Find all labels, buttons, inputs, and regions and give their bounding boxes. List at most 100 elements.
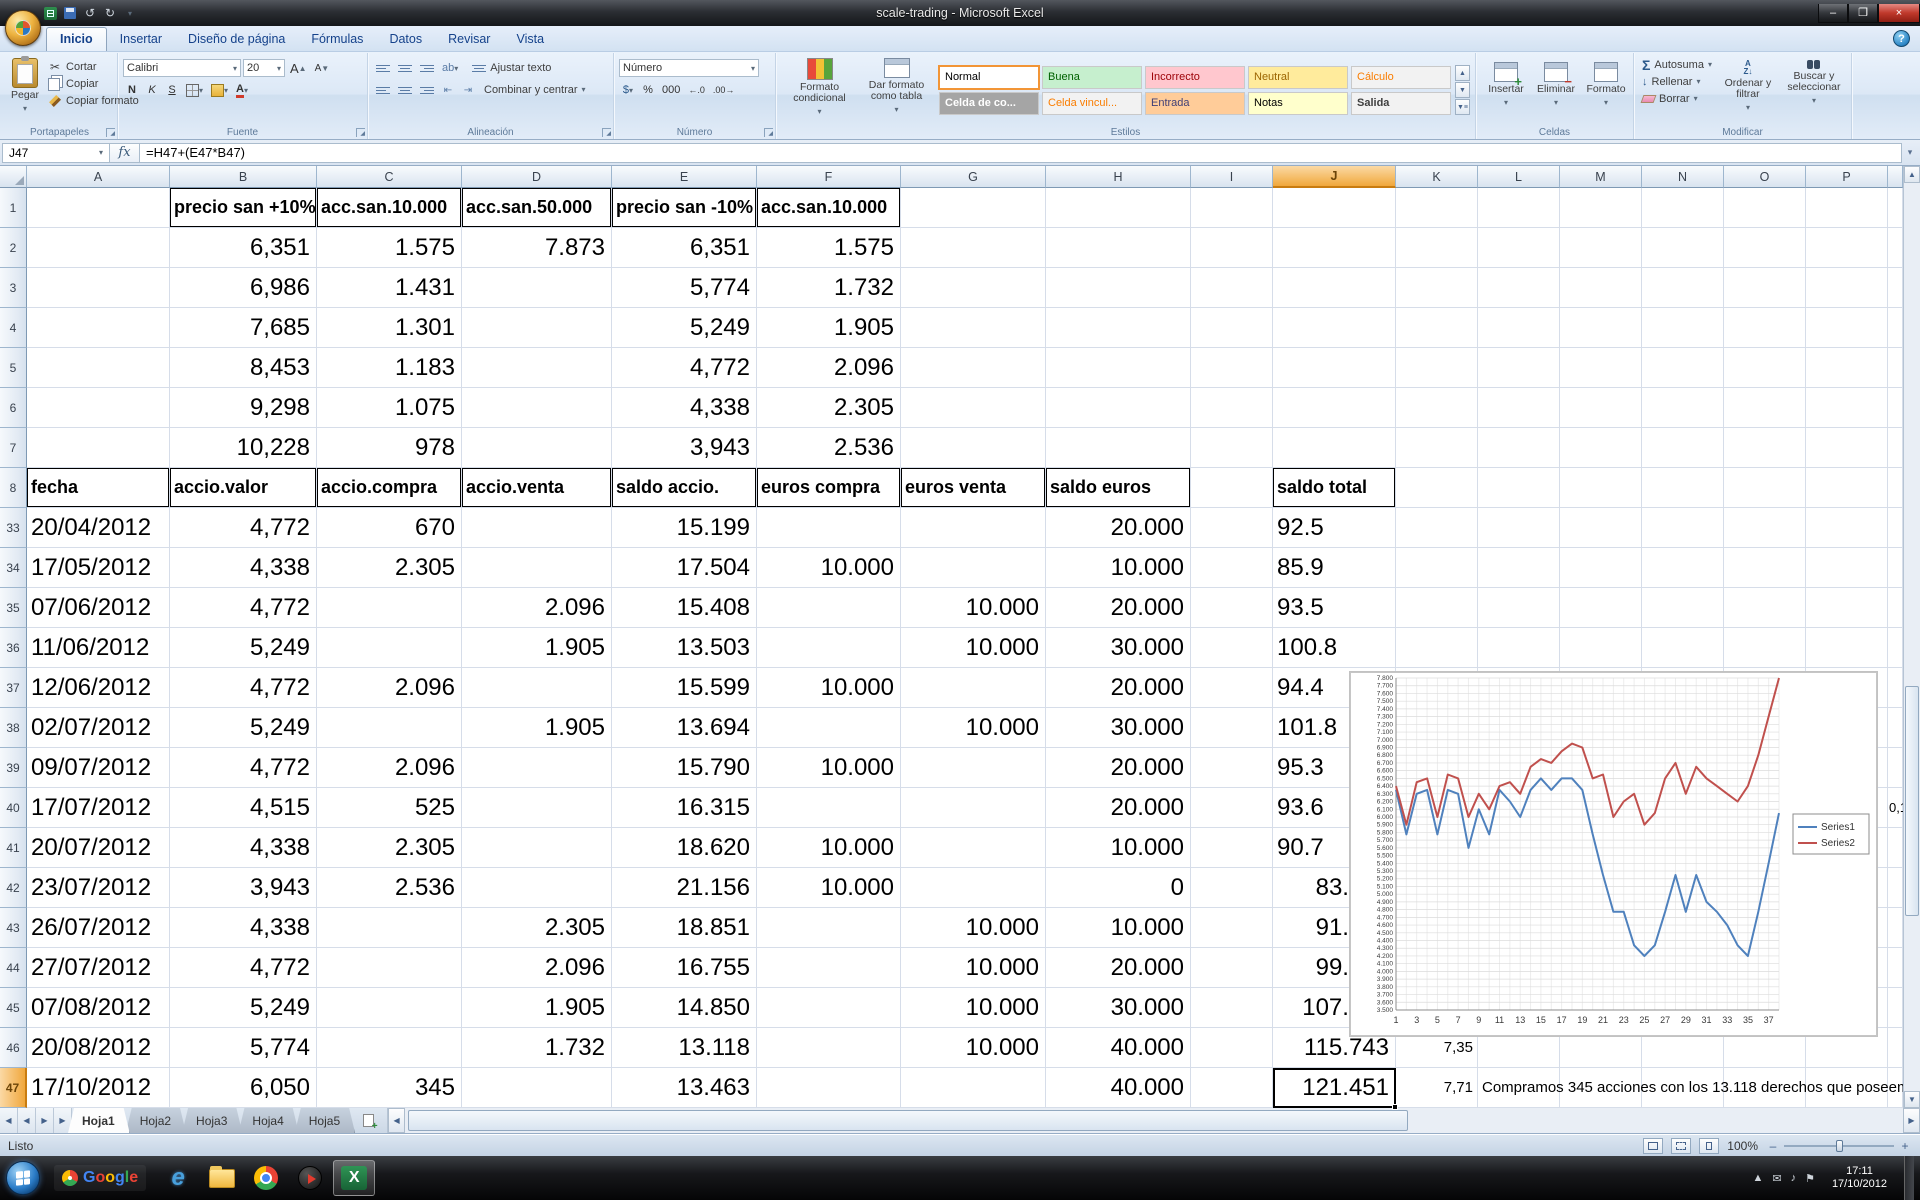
cell-D42[interactable] — [462, 868, 612, 908]
cell-A5[interactable] — [27, 348, 170, 388]
cell-J2[interactable] — [1273, 228, 1396, 268]
cell-I34[interactable] — [1191, 548, 1273, 588]
italic-button[interactable]: K — [143, 81, 161, 99]
grow-font-button[interactable]: A▲ — [287, 59, 310, 77]
cell-D41[interactable] — [462, 828, 612, 868]
tray-network-icon[interactable]: ⚑ — [1805, 1172, 1815, 1185]
underline-button[interactable]: S — [163, 81, 181, 99]
delete-cells-button[interactable]: − Eliminar▾ — [1531, 59, 1581, 125]
sheet-tab-hoja3[interactable]: Hoja3 — [182, 1108, 242, 1133]
cell-J1[interactable] — [1273, 188, 1396, 228]
cell-G38[interactable]: 10.000 — [901, 708, 1046, 748]
cell-K34[interactable] — [1396, 548, 1478, 588]
cell-H5[interactable] — [1046, 348, 1191, 388]
cell-J34[interactable]: 85.9 — [1273, 548, 1396, 588]
cell-L8[interactable] — [1478, 468, 1560, 508]
cell-I35[interactable] — [1191, 588, 1273, 628]
cell-N6[interactable] — [1642, 388, 1724, 428]
cell-E4[interactable]: 5,249 — [612, 308, 757, 348]
cell-F37[interactable]: 10.000 — [757, 668, 901, 708]
cell-C2[interactable]: 1.575 — [317, 228, 462, 268]
cell-C3[interactable]: 1.431 — [317, 268, 462, 308]
cell-C46[interactable] — [317, 1028, 462, 1068]
cell-L34[interactable] — [1478, 548, 1560, 588]
cell-H2[interactable] — [1046, 228, 1191, 268]
cell-P2[interactable] — [1806, 228, 1888, 268]
cell-F35[interactable] — [757, 588, 901, 628]
cell-M2[interactable] — [1560, 228, 1642, 268]
align-top-button[interactable] — [373, 59, 393, 77]
cell-G3[interactable] — [901, 268, 1046, 308]
cell-B34[interactable]: 4,338 — [170, 548, 317, 588]
cell-G37[interactable] — [901, 668, 1046, 708]
taskbar-chrome[interactable] — [245, 1160, 287, 1196]
ribbon-tab-insertar[interactable]: Insertar — [107, 28, 175, 51]
cell-style-chip[interactable]: Notas — [1248, 92, 1348, 115]
column-header-A[interactable]: A — [27, 166, 170, 188]
taskbar-clock[interactable]: 17:11 17/10/2012 — [1824, 1165, 1895, 1191]
cell-E45[interactable]: 14.850 — [612, 988, 757, 1028]
cell-I42[interactable] — [1191, 868, 1273, 908]
cell-F33[interactable] — [757, 508, 901, 548]
taskbar-media-player[interactable] — [289, 1160, 331, 1196]
vertical-scrollbar[interactable]: ▲ ▼ — [1903, 166, 1920, 1108]
cell-E33[interactable]: 15.199 — [612, 508, 757, 548]
cell-D40[interactable] — [462, 788, 612, 828]
row-header-3[interactable]: 3 — [0, 268, 27, 308]
cell-F7[interactable]: 2.536 — [757, 428, 901, 468]
cell-K47[interactable]: 7,71 — [1396, 1068, 1478, 1108]
cell-N1[interactable] — [1642, 188, 1724, 228]
cell-J33[interactable]: 92.5 — [1273, 508, 1396, 548]
gallery-down-button[interactable]: ▼ — [1455, 82, 1470, 98]
name-box[interactable]: J47▾ — [2, 143, 110, 163]
row-header-44[interactable]: 44 — [0, 948, 27, 988]
cell-K4[interactable] — [1396, 308, 1478, 348]
cell-style-chip[interactable]: Salida — [1351, 92, 1451, 115]
cell-E46[interactable]: 13.118 — [612, 1028, 757, 1068]
fill-handle[interactable] — [1392, 1104, 1398, 1110]
insert-function-button[interactable]: fx — [110, 143, 140, 163]
cell-C5[interactable]: 1.183 — [317, 348, 462, 388]
cell-G2[interactable] — [901, 228, 1046, 268]
cell-D45[interactable]: 1.905 — [462, 988, 612, 1028]
cell-B44[interactable]: 4,772 — [170, 948, 317, 988]
help-button[interactable]: ? — [1893, 30, 1910, 47]
cell-F6[interactable]: 2.305 — [757, 388, 901, 428]
zoom-level[interactable]: 100% — [1727, 1139, 1758, 1153]
cell-J35[interactable]: 93.5 — [1273, 588, 1396, 628]
cell-B2[interactable]: 6,351 — [170, 228, 317, 268]
cell-E42[interactable]: 21.156 — [612, 868, 757, 908]
cell-style-chip[interactable]: Incorrecto — [1145, 66, 1245, 89]
cell-D8[interactable]: accio.venta — [462, 468, 612, 508]
cell-B47[interactable]: 6,050 — [170, 1068, 317, 1108]
scroll-down-icon[interactable]: ▼ — [1904, 1091, 1920, 1108]
cell-H1[interactable] — [1046, 188, 1191, 228]
cell-C7[interactable]: 978 — [317, 428, 462, 468]
align-middle-button[interactable] — [395, 59, 415, 77]
close-button[interactable]: × — [1878, 4, 1920, 23]
cell-B6[interactable]: 9,298 — [170, 388, 317, 428]
cell-E37[interactable]: 15.599 — [612, 668, 757, 708]
dialog-launcher-alignment[interactable] — [602, 128, 611, 137]
cell-B45[interactable]: 5,249 — [170, 988, 317, 1028]
cell-P36[interactable] — [1806, 628, 1888, 668]
cell-K6[interactable] — [1396, 388, 1478, 428]
embedded-chart[interactable]: 3.5003.6003.7003.8003.9004.0004.1004.200… — [1350, 672, 1877, 1036]
ribbon-tab-inicio[interactable]: Inicio — [46, 27, 107, 51]
cell-style-chip[interactable]: Celda vincul... — [1042, 92, 1142, 115]
horizontal-scroll-thumb[interactable] — [408, 1110, 1408, 1131]
cell-H3[interactable] — [1046, 268, 1191, 308]
cell-G7[interactable] — [901, 428, 1046, 468]
cell-M33[interactable] — [1560, 508, 1642, 548]
column-header-K[interactable]: K — [1396, 166, 1478, 188]
cell-M3[interactable] — [1560, 268, 1642, 308]
cell-M4[interactable] — [1560, 308, 1642, 348]
cell-A35[interactable]: 07/06/2012 — [27, 588, 170, 628]
cell-P6[interactable] — [1806, 388, 1888, 428]
cell-M1[interactable] — [1560, 188, 1642, 228]
cell-C47[interactable]: 345 — [317, 1068, 462, 1108]
cell-E39[interactable]: 15.790 — [612, 748, 757, 788]
cell-B38[interactable]: 5,249 — [170, 708, 317, 748]
fill-color-button[interactable]: ▾ — [208, 81, 231, 99]
cell-E6[interactable]: 4,338 — [612, 388, 757, 428]
